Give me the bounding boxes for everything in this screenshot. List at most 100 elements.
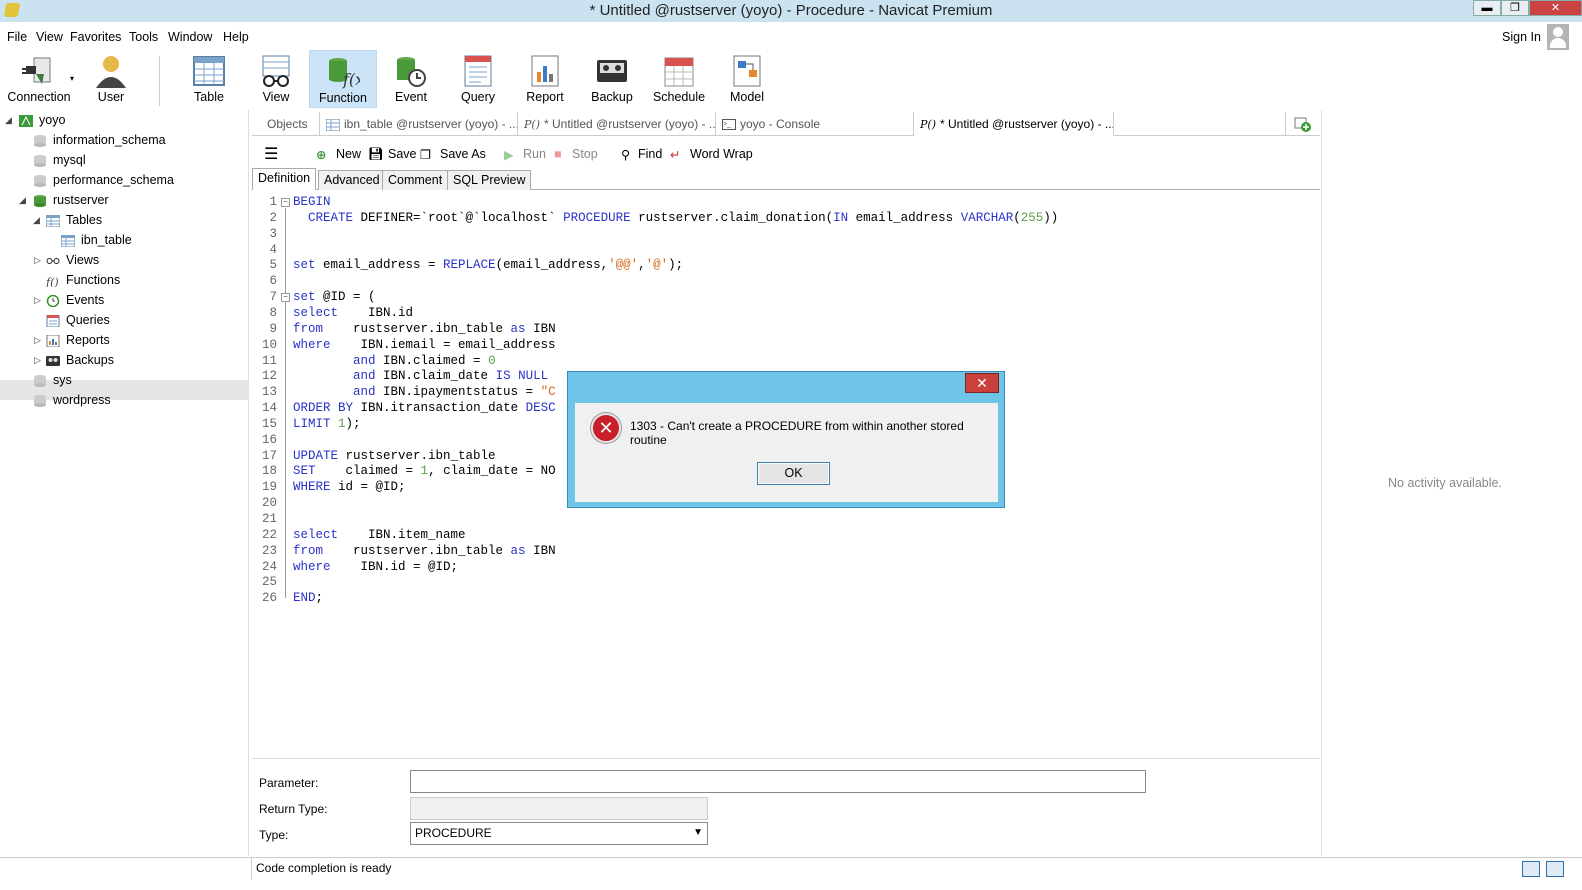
tab-definition[interactable]: Definition [252,168,317,190]
title-bar: * Untitled @rustserver (yoyo) - Procedur… [0,0,1582,22]
user-avatar-icon[interactable] [1547,24,1569,50]
tree-item-functions[interactable]: f() Functions [46,270,120,290]
tab-comment[interactable]: Comment [382,170,449,190]
save-button[interactable]: Save [388,147,417,161]
stop-icon: ■ [554,147,562,161]
expand-arrow-icon[interactable]: ▷ [34,335,41,346]
menu-file[interactable]: File [7,30,27,44]
toolbar-query-button[interactable]: Query [445,50,511,108]
menu-favorites[interactable]: Favorites [70,30,121,44]
table-icon [325,118,341,132]
tree-item-yoyo[interactable]: yoyo [19,110,65,130]
code-line: select IBN.id [293,305,414,320]
code-line: where IBN.iemail = email_address [293,337,556,352]
error-icon: ✕ [591,413,621,443]
line-number: 12 [261,369,277,384]
collapse-arrow-icon[interactable]: ◢ [19,195,26,206]
expand-arrow-icon[interactable]: ▷ [34,295,41,306]
hamburger-menu-icon[interactable]: ☰ [264,144,278,164]
code-line: SET claimed = 1, claim_date = NO [293,464,556,479]
tab-sql-preview[interactable]: SQL Preview [447,170,532,190]
tab-untitled-procedure-1[interactable]: P() * Untitled @rustserver (yoyo) - ... [518,112,716,136]
layout-right-panel-icon[interactable] [1546,861,1564,877]
new-tab-button[interactable] [1285,112,1319,136]
run-button[interactable]: Run [523,147,546,161]
menu-tools[interactable]: Tools [129,30,158,44]
toolbar-report-button[interactable]: Report [512,50,578,108]
toolbar-connection-button[interactable]: Connection [6,50,72,108]
toolbar-schedule-button[interactable]: Schedule [646,50,712,108]
table-icon [46,214,60,227]
parameter-input[interactable] [410,770,1146,793]
type-select[interactable]: PROCEDURE ▼ [410,822,708,845]
word-wrap-button[interactable]: Word Wrap [690,147,753,161]
menu-view[interactable]: View [36,30,63,44]
toolbar-table-button[interactable]: Table [176,50,242,108]
function-icon: f(x) [329,58,360,89]
tree-item-backups[interactable]: Backups [46,350,114,370]
line-number: 21 [261,512,277,526]
connection-dropdown-icon[interactable]: ▾ [70,74,74,83]
tree-item-sys[interactable]: sys [33,370,72,390]
toolbar-event-button[interactable]: Event [378,50,444,108]
fold-toggle-icon[interactable]: − [281,293,290,303]
minimize-button[interactable]: ▬ [1473,0,1501,16]
code-line: set email_address = REPLACE(email_addres… [293,258,684,273]
menu-help[interactable]: Help [223,30,249,44]
collapse-arrow-icon[interactable]: ◢ [5,115,12,126]
toolbar-backup-button[interactable]: Backup [579,50,645,108]
tree-item-tables[interactable]: Tables [46,210,102,230]
tree-item-views[interactable]: Views [46,250,99,270]
close-window-button[interactable]: ✕ [1529,0,1582,16]
menu-window[interactable]: Window [168,30,212,44]
ok-button[interactable]: OK [757,462,830,485]
code-line: select IBN.item_name [293,527,466,542]
tree-item-information-schema[interactable]: information_schema [33,130,166,150]
tab-console[interactable]: >_ yoyo - Console [716,112,914,136]
find-icon: ⚲ [621,148,631,162]
tab-untitled-procedure-active[interactable]: P() * Untitled @rustserver (yoyo) - ... [914,112,1114,136]
database-icon [34,154,46,167]
expand-arrow-icon[interactable]: ▷ [34,355,41,366]
code-line: set @ID = ( [293,290,376,305]
database-icon [34,174,46,187]
stop-button[interactable]: Stop [572,147,598,161]
line-number: 15 [261,416,277,431]
fold-toggle-icon[interactable]: − [281,198,290,207]
new-button[interactable]: New [336,147,361,161]
tree-item-queries[interactable]: Queries [46,310,110,330]
tree-item-performance-schema[interactable]: performance_schema [33,170,174,190]
code-line: END; [293,591,324,606]
maximize-button[interactable]: ❐ [1501,0,1529,16]
tree-item-reports[interactable]: Reports [46,330,110,350]
word-wrap-icon: ↵ [670,148,681,162]
save-icon: 💾︎ [368,147,384,161]
find-button[interactable]: Find [638,147,662,161]
tab-objects[interactable]: Objects [252,112,320,136]
tree-item-rustserver[interactable]: rustserver [33,190,109,210]
error-message: 1303 - Can't create a PROCEDURE from wit… [630,419,964,447]
function-icon: P() [920,118,936,131]
tab-ibn-table[interactable]: ibn_table @rustserver (yoyo) - ... [320,112,518,136]
expand-arrow-icon[interactable]: ▷ [34,255,41,266]
tree-item-ibn-table[interactable]: ibn_table [61,230,132,250]
line-number: 14 [261,401,277,416]
tree-item-events[interactable]: Events [46,290,104,310]
dialog-body: ✕ 1303 - Can't create a PROCEDURE from w… [575,403,998,502]
toolbar-view-button[interactable]: View [243,50,309,108]
new-icon: ⊕ [316,148,327,162]
activity-panel: No activity available. [1321,110,1582,856]
tree-item-mysql[interactable]: mysql [33,150,86,170]
layout-left-panel-icon[interactable] [1522,861,1540,877]
collapse-arrow-icon[interactable]: ◢ [33,215,40,226]
tree-item-wordpress[interactable]: wordpress [33,390,111,410]
report-icon [46,334,60,347]
save-as-button[interactable]: Save As [440,147,486,161]
dialog-close-button[interactable]: ✕ [965,373,999,393]
table-icon [193,56,225,86]
toolbar-user-button[interactable]: User [78,50,144,108]
tab-advanced[interactable]: Advanced [318,170,386,190]
toolbar-function-button[interactable]: f(x) Function [309,50,377,108]
toolbar-model-button[interactable]: Model [714,50,780,108]
sign-in-link[interactable]: Sign In [1502,30,1541,44]
